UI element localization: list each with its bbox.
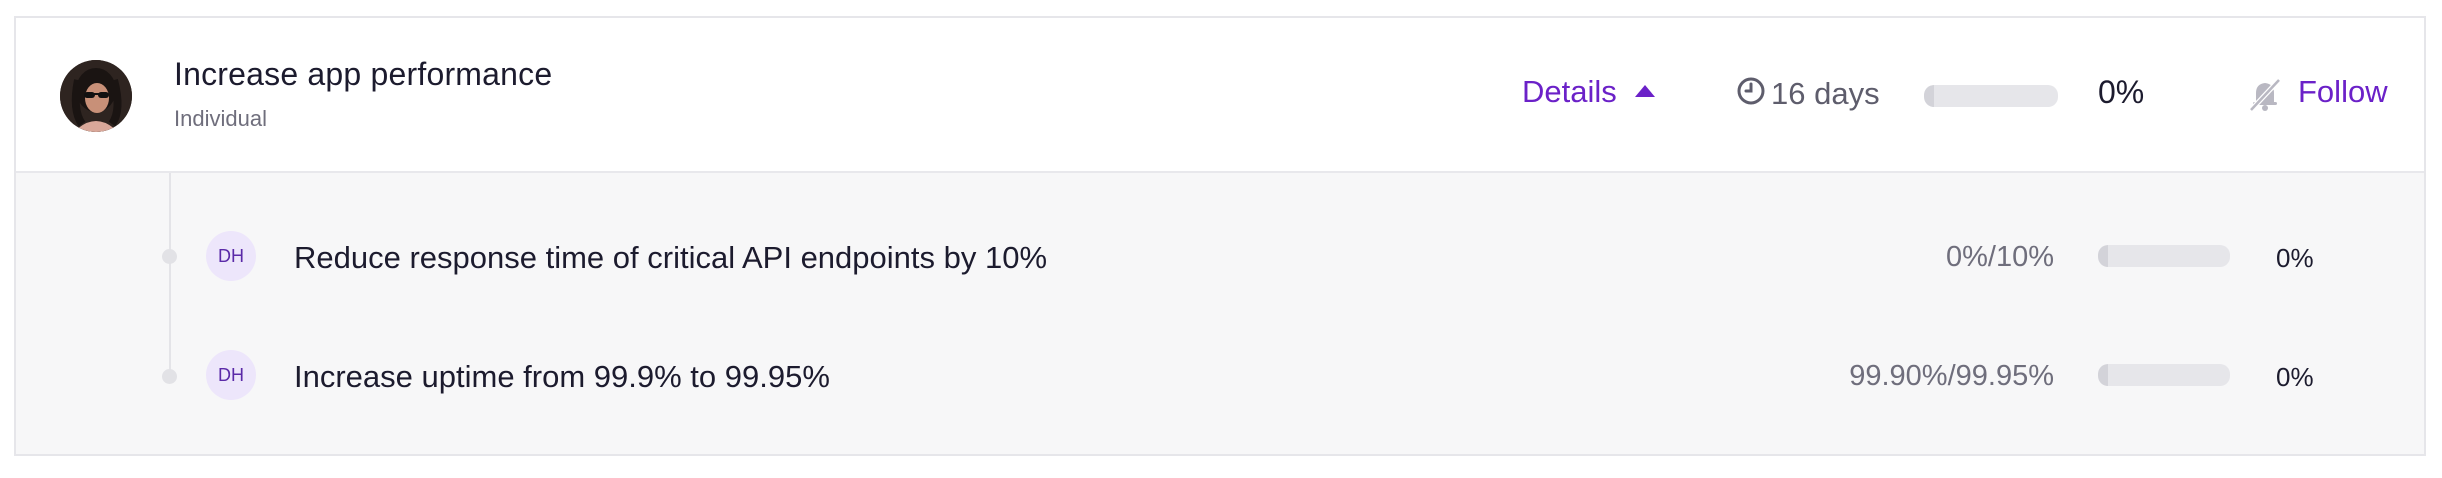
- key-result-progress-percent: 0%: [2276, 243, 2314, 273]
- bell-muted-icon[interactable]: [2246, 76, 2284, 114]
- time-remaining: 16 days: [1771, 76, 1880, 111]
- key-result-current-target: 0%/10%: [1945, 241, 2054, 273]
- progress-fill: [1924, 85, 1934, 107]
- tree-connector-line: [169, 173, 171, 383]
- objective-card: Increase app performance Individual Deta…: [14, 16, 2426, 456]
- avatar: [60, 60, 132, 132]
- key-result-progress-bar: [2098, 245, 2230, 267]
- tree-node-dot: [162, 249, 177, 264]
- owner-avatar: DH: [206, 350, 256, 400]
- clock-icon: [1737, 77, 1765, 105]
- key-result-progress-percent: 0%: [2276, 362, 2314, 392]
- progress-fill: [2098, 245, 2108, 267]
- key-result-title[interactable]: Reduce response time of critical API end…: [294, 240, 1047, 276]
- owner-avatar: DH: [206, 231, 256, 281]
- follow-button[interactable]: Follow: [2298, 74, 2388, 110]
- objective-title[interactable]: Increase app performance: [174, 56, 552, 93]
- tree-node-dot: [162, 369, 177, 384]
- objective-type: Individual: [174, 106, 267, 131]
- objective-header[interactable]: Increase app performance Individual Deta…: [16, 18, 2424, 173]
- details-toggle-button[interactable]: Details: [1522, 74, 1655, 110]
- objective-progress-percent: 0%: [2098, 74, 2145, 110]
- key-result-progress-bar: [2098, 364, 2230, 386]
- caret-up-icon: [1634, 85, 1655, 97]
- key-result-current-target: 99.90%/99.95%: [1849, 360, 2054, 392]
- objective-progress-bar: [1924, 85, 2058, 107]
- progress-fill: [2098, 364, 2108, 386]
- details-label: Details: [1522, 74, 1617, 109]
- key-result-title[interactable]: Increase uptime from 99.9% to 99.95%: [294, 359, 830, 395]
- key-results-panel: DH Reduce response time of critical API …: [16, 173, 2424, 454]
